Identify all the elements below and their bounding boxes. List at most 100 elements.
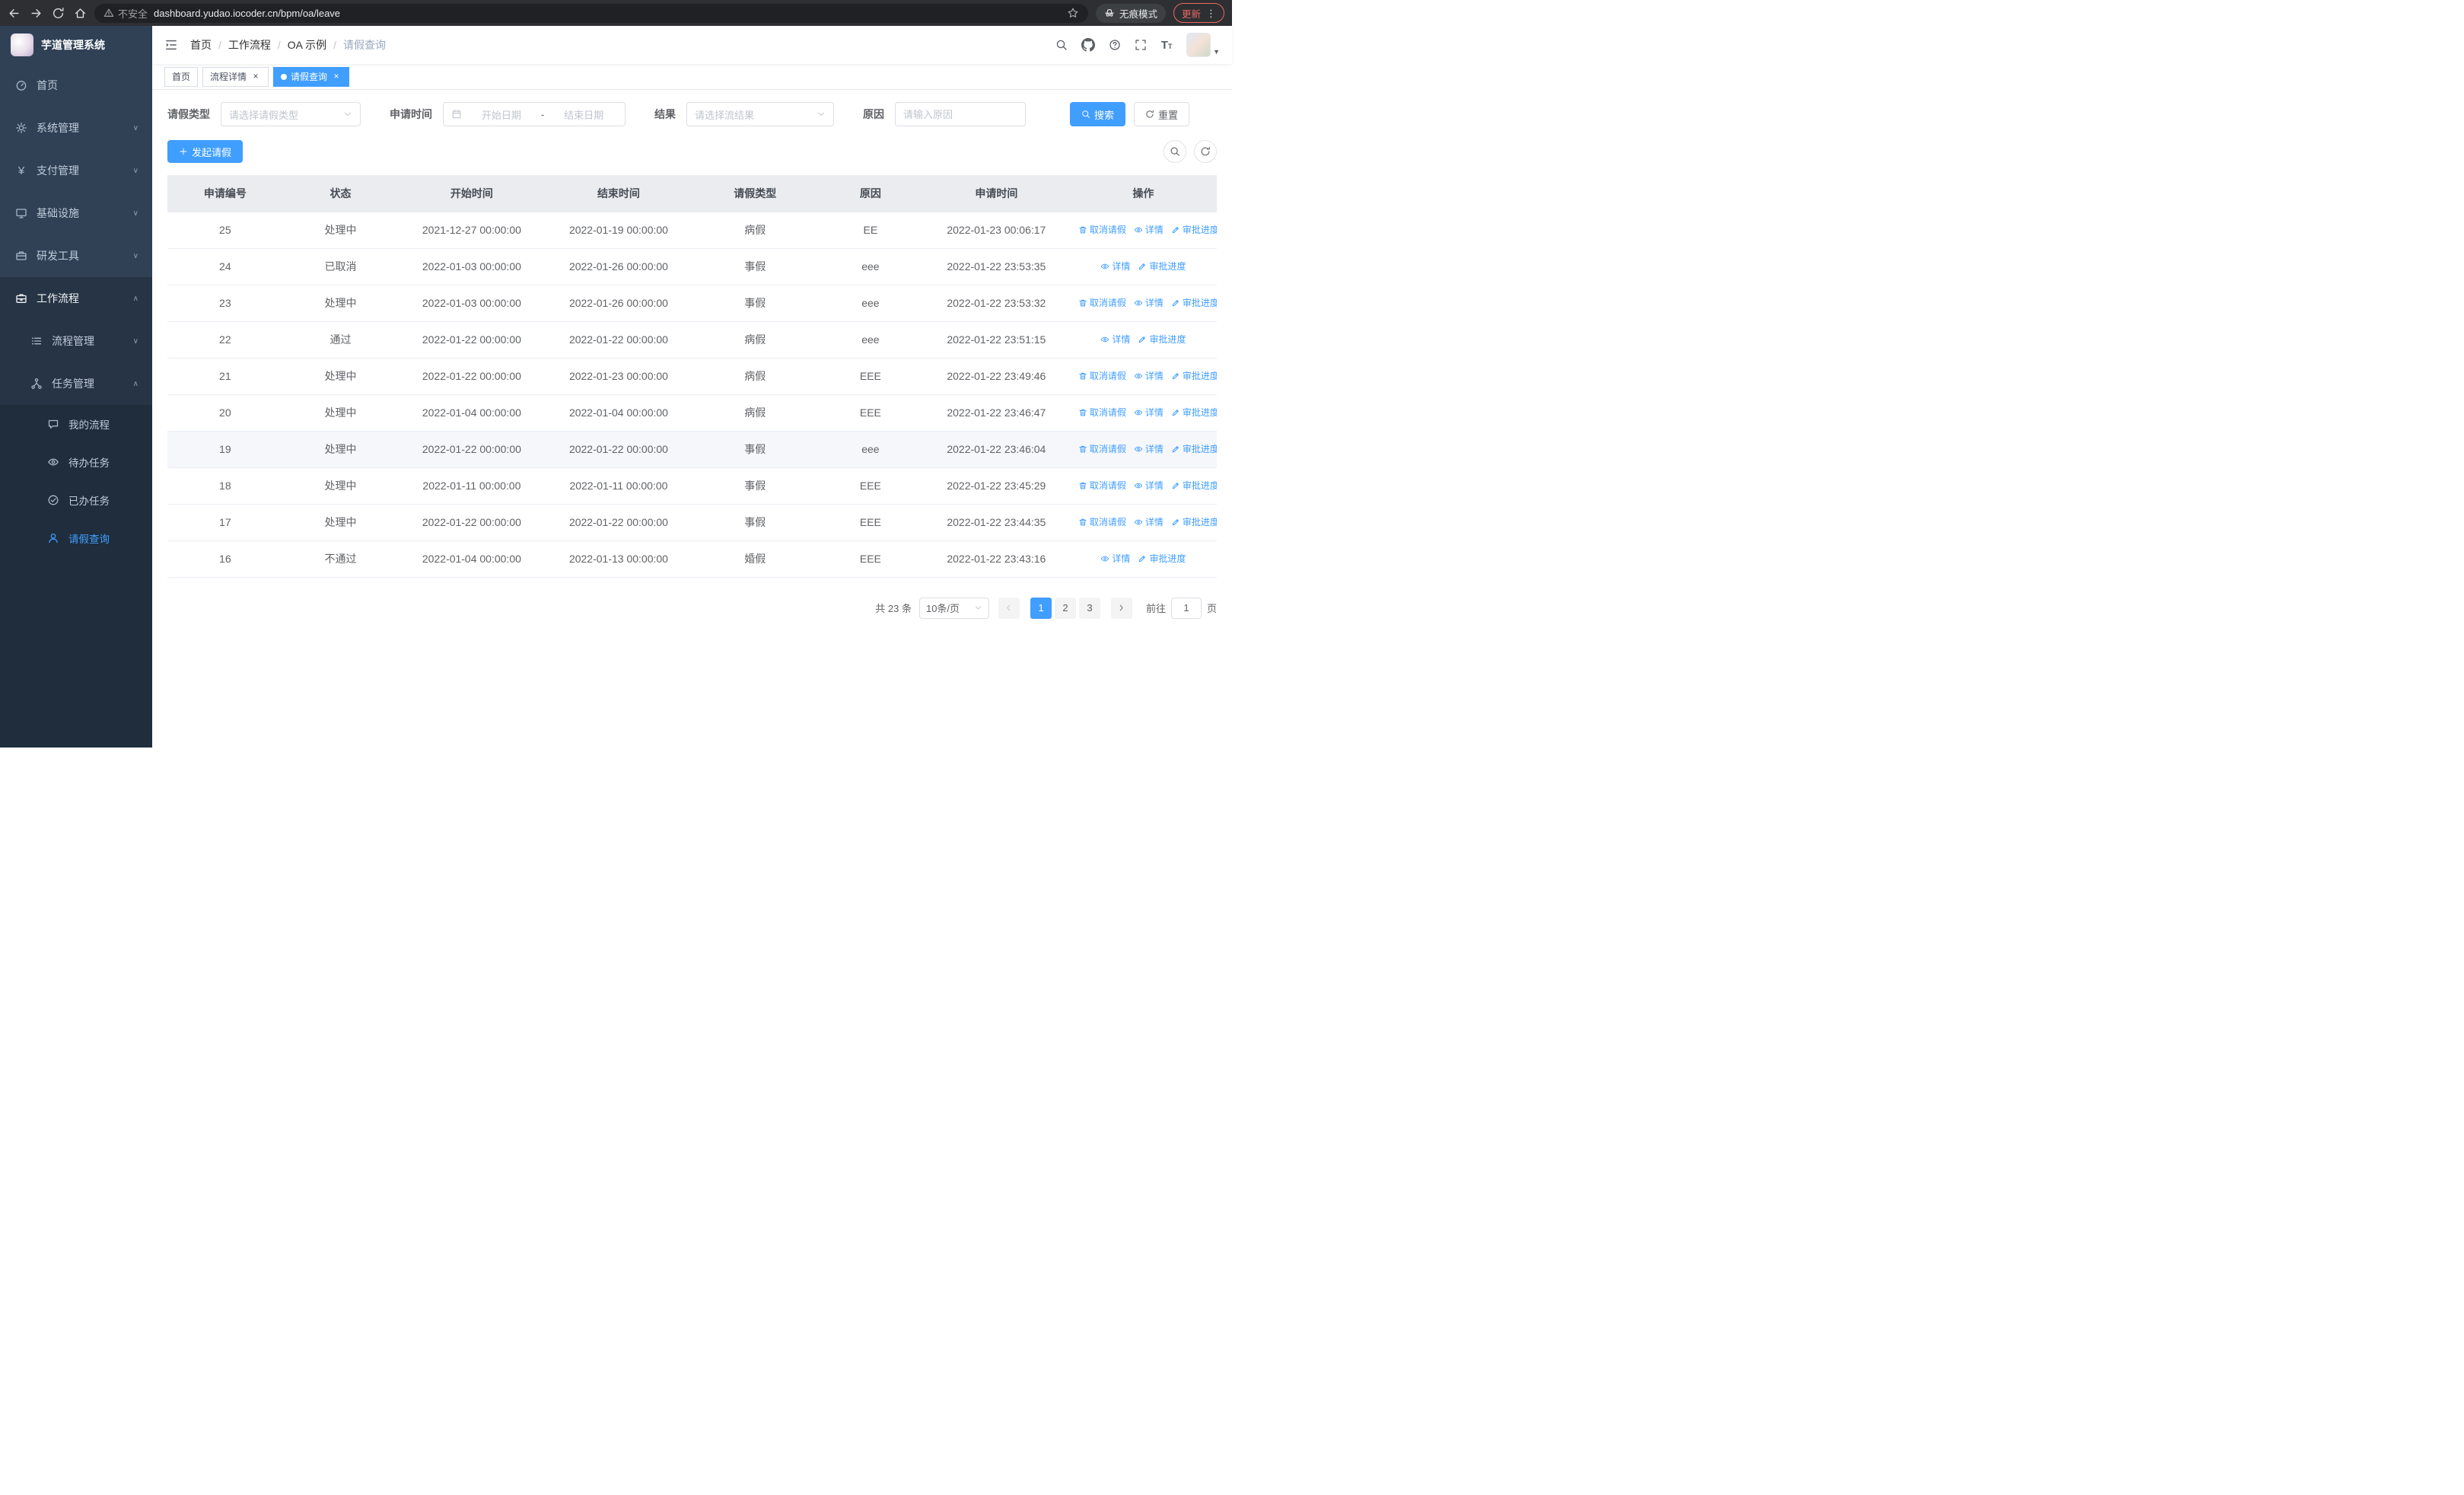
back-icon[interactable] [8, 7, 21, 20]
sidebar-item-done-tasks[interactable]: 已办任务 [0, 481, 152, 519]
reset-button[interactable]: 重置 [1134, 102, 1190, 126]
detail-link[interactable]: 详情 [1134, 223, 1164, 236]
progress-link[interactable]: 审批进度 [1171, 406, 1217, 419]
cancel-link[interactable]: 取消请假 [1078, 442, 1126, 455]
breadcrumb-item[interactable]: 工作流程 [228, 37, 271, 53]
detail-link[interactable]: 详情 [1134, 406, 1164, 419]
progress-link[interactable]: 审批进度 [1171, 515, 1217, 528]
table-row: 19 处理中 2022-01-22 00:00:00 2022-01-22 00:00… [167, 431, 1217, 468]
progress-link[interactable]: 审批进度 [1171, 223, 1217, 236]
breadcrumb-item[interactable]: 首页 [190, 37, 212, 53]
app-logo-row[interactable]: 芋道管理系统 [0, 26, 152, 64]
reload-icon[interactable] [52, 7, 65, 20]
goto-page-input[interactable] [1170, 597, 1202, 619]
sidebar-item-leave-query[interactable]: 请假查询 [0, 519, 152, 557]
address-bar[interactable]: 不安全 dashboard.yudao.iocoder.cn/bpm/oa/le… [94, 3, 1088, 23]
result-label: 结果 [654, 108, 676, 120]
cancel-link[interactable]: 取消请假 [1078, 515, 1126, 528]
forward-icon[interactable] [30, 7, 43, 20]
sidebar-item-todo-tasks[interactable]: 待办任务 [0, 443, 152, 481]
home-icon[interactable] [74, 7, 87, 20]
cell-reason: eee [817, 248, 923, 285]
sidebar-item-system[interactable]: 系统管理 ∨ [0, 107, 152, 149]
font-size-icon[interactable]: TT [1160, 39, 1173, 51]
column-header-id: 申请编号 [167, 175, 283, 212]
filter-reason: 原因 [863, 102, 1026, 126]
cell-start: 2021-12-27 00:00:00 [398, 212, 546, 249]
progress-link[interactable]: 审批进度 [1171, 369, 1217, 382]
main-content: 请假类型 请选择请假类型 申请时间 开始日期 - 结束日期 结果 请选择流结果 … [152, 90, 1232, 748]
tab-process-detail[interactable]: 流程详情 × [202, 66, 269, 87]
github-icon[interactable] [1081, 38, 1096, 52]
cell-start: 2022-01-22 00:00:00 [398, 504, 546, 541]
leave-type-select[interactable]: 请选择请假类型 [221, 102, 361, 126]
breadcrumb-item[interactable]: OA 示例 [288, 37, 326, 53]
detail-link[interactable]: 详情 [1134, 296, 1164, 309]
detail-link[interactable]: 详情 [1134, 369, 1164, 382]
user-menu[interactable]: ▼ [1186, 33, 1220, 57]
sidebar-collapse-icon[interactable] [164, 38, 178, 52]
browser-menu-button[interactable]: 更新 ⋮ [1173, 3, 1224, 23]
edit-icon [1171, 518, 1180, 527]
cancel-link[interactable]: 取消请假 [1078, 406, 1126, 419]
cancel-link[interactable]: 取消请假 [1078, 223, 1126, 236]
page-button-1[interactable]: 1 [1030, 597, 1052, 619]
fullscreen-icon[interactable] [1135, 39, 1147, 51]
table-row: 17 处理中 2022-01-22 00:00:00 2022-01-22 00:00… [167, 504, 1217, 541]
cancel-link[interactable]: 取消请假 [1078, 369, 1126, 382]
create-leave-button[interactable]: 发起请假 [167, 140, 244, 163]
edit-icon [1171, 371, 1180, 381]
detail-link[interactable]: 详情 [1100, 260, 1130, 273]
detail-link[interactable]: 详情 [1134, 479, 1164, 492]
cancel-link[interactable]: 取消请假 [1078, 479, 1126, 492]
sidebar-item-dev-tools[interactable]: 研发工具 ∨ [0, 234, 152, 277]
close-icon[interactable]: × [331, 71, 342, 82]
bookmark-star-icon[interactable] [1067, 7, 1079, 19]
list-icon [30, 335, 43, 347]
page-button-2[interactable]: 2 [1054, 597, 1076, 619]
toggle-search-button[interactable] [1164, 140, 1186, 163]
cell-start: 2022-01-04 00:00:00 [398, 394, 546, 432]
branch-icon [30, 378, 43, 390]
next-page-button[interactable] [1110, 597, 1132, 619]
reason-input[interactable] [903, 108, 1017, 120]
cell-id: 20 [167, 394, 283, 432]
page-button-3[interactable]: 3 [1078, 597, 1100, 619]
search-icon[interactable] [1055, 39, 1068, 51]
refresh-icon [1145, 110, 1154, 119]
sidebar-item-home[interactable]: 首页 [0, 64, 152, 107]
sidebar-item-task-management[interactable]: 任务管理 ∧ [0, 362, 152, 405]
table-row: 21 处理中 2022-01-22 00:00:00 2022-01-23 00:00… [167, 358, 1217, 395]
detail-link[interactable]: 详情 [1134, 515, 1164, 528]
progress-link[interactable]: 审批进度 [1138, 333, 1186, 346]
tab-leave-query[interactable]: 请假查询 × [273, 66, 350, 87]
progress-link[interactable]: 审批进度 [1171, 296, 1217, 309]
sidebar-item-workflow[interactable]: 工作流程 ∧ [0, 277, 152, 320]
goto-prefix: 前往 [1145, 603, 1166, 614]
detail-link[interactable]: 详情 [1100, 333, 1130, 346]
progress-link[interactable]: 审批进度 [1171, 442, 1217, 455]
sidebar-item-payment[interactable]: ¥ 支付管理 ∨ [0, 149, 152, 192]
close-icon[interactable]: × [250, 71, 261, 82]
result-select[interactable]: 请选择流结果 [686, 102, 834, 126]
sidebar-item-my-process[interactable]: 我的流程 [0, 405, 152, 443]
detail-link[interactable]: 详情 [1100, 552, 1130, 565]
plus-icon [179, 147, 188, 156]
progress-link[interactable]: 审批进度 [1138, 552, 1186, 565]
refresh-table-button[interactable] [1194, 140, 1217, 163]
sidebar-item-process-management[interactable]: 流程管理 ∨ [0, 320, 152, 362]
progress-link[interactable]: 审批进度 [1171, 479, 1217, 492]
page-size-select[interactable]: 10条/页 [918, 597, 989, 619]
cancel-link[interactable]: 取消请假 [1078, 296, 1126, 309]
apply-time-range-picker[interactable]: 开始日期 - 结束日期 [443, 102, 626, 126]
chevron-down-icon: ∨ [132, 251, 138, 260]
detail-link[interactable]: 详情 [1134, 442, 1164, 455]
search-button[interactable]: 搜索 [1070, 102, 1126, 126]
tab-home[interactable]: 首页 [164, 66, 199, 87]
help-icon[interactable] [1109, 39, 1121, 51]
warning-icon [103, 8, 114, 18]
prev-page-button[interactable] [998, 597, 1020, 619]
progress-link[interactable]: 审批进度 [1138, 260, 1186, 273]
sidebar-item-infrastructure[interactable]: 基础设施 ∨ [0, 192, 152, 234]
security-status[interactable]: 不安全 [103, 6, 148, 21]
